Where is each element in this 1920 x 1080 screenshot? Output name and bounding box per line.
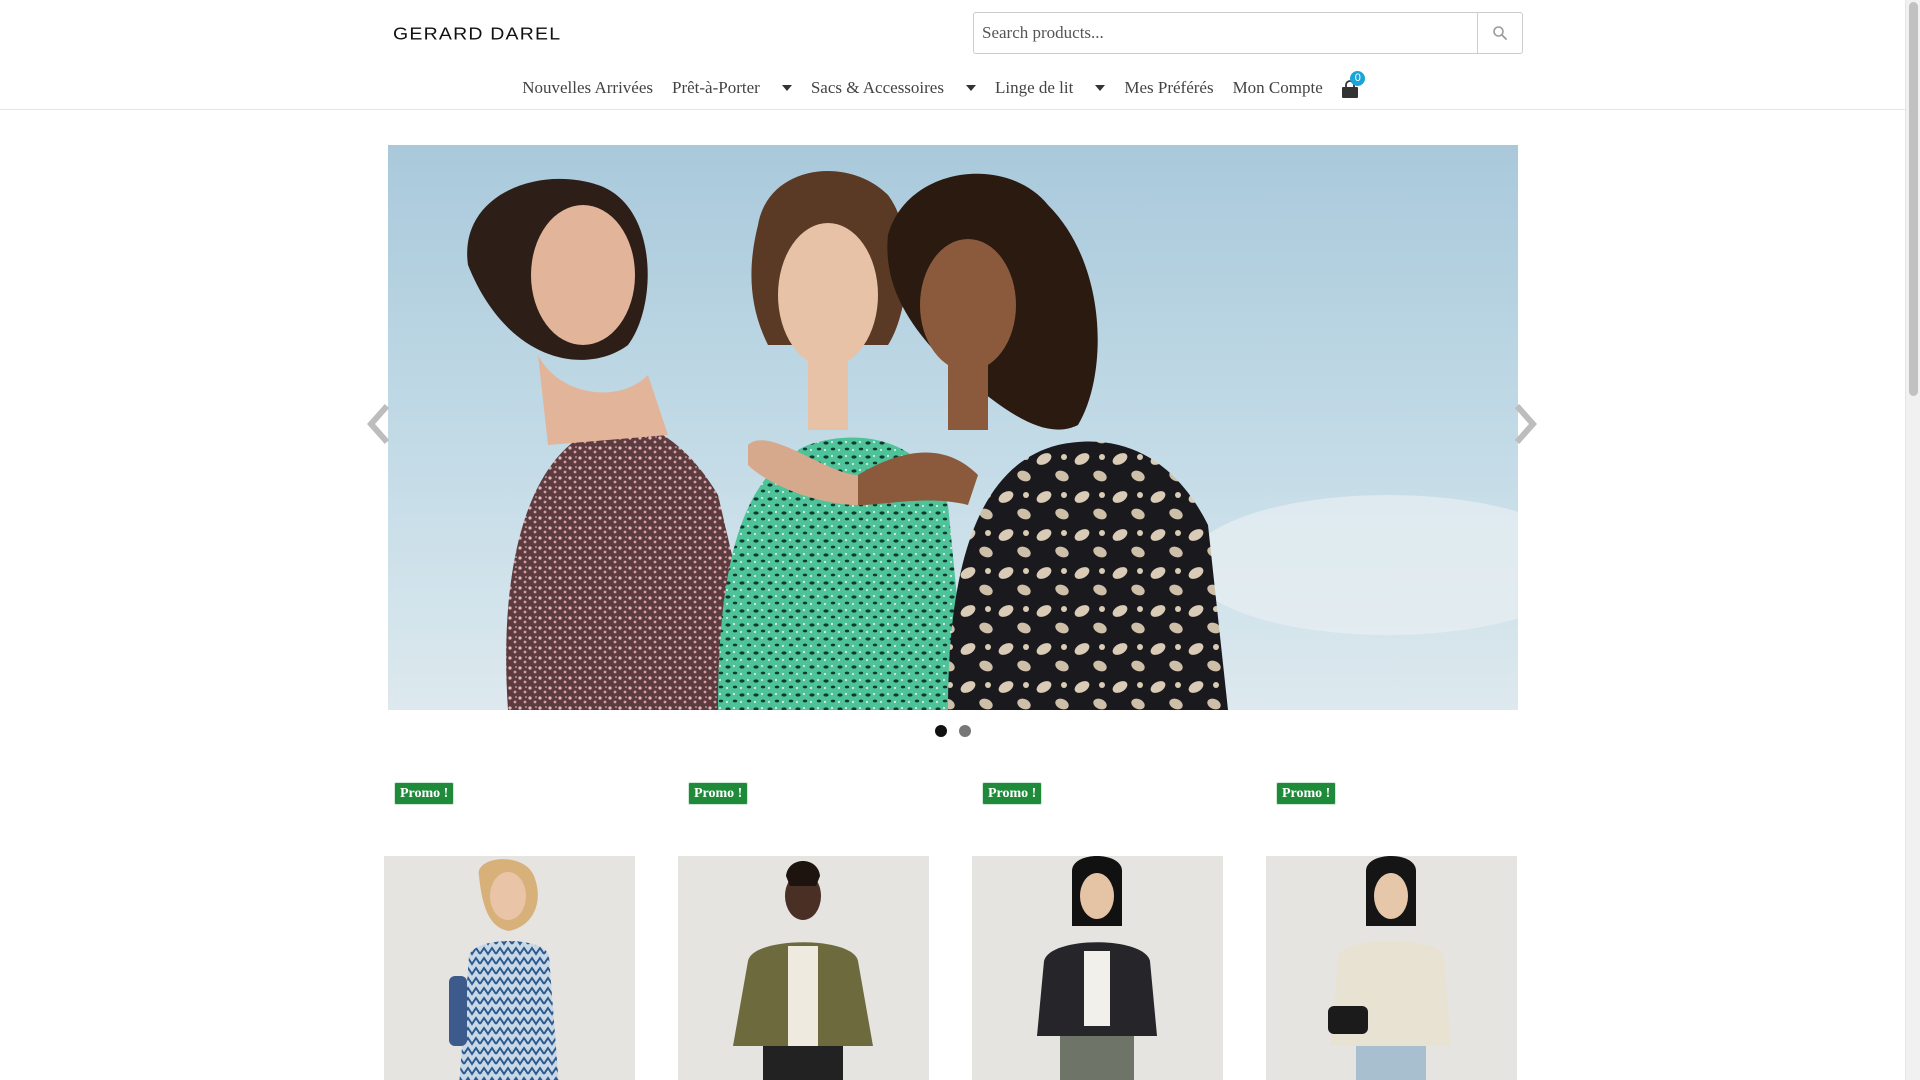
- nav-item-pret-a-porter[interactable]: Prêt-à-Porter: [663, 74, 802, 102]
- nav-item-label: Mon Compte: [1232, 78, 1323, 97]
- product-image[interactable]: [678, 856, 929, 1080]
- promo-badge: Promo !: [688, 782, 749, 805]
- promo-badge: Promo !: [394, 782, 455, 805]
- nav-item-label: Nouvelles Arrivées: [522, 78, 654, 97]
- product-photo-leather-jacket: [972, 856, 1223, 1080]
- nav-item-label: Linge de lit: [994, 78, 1074, 97]
- nav-item-nouvelles-arrivees[interactable]: Nouvelles Arrivées: [513, 74, 663, 102]
- promo-badge: Promo !: [982, 782, 1043, 805]
- nav-item-mon-compte[interactable]: Mon Compte: [1223, 74, 1332, 102]
- nav-item-label: Prêt-à-Porter: [672, 78, 760, 97]
- search-button[interactable]: [1477, 12, 1523, 54]
- slider-dot-1[interactable]: [935, 725, 947, 737]
- product-photo-tweed-jacket: [1266, 856, 1517, 1080]
- page-scrollbar[interactable]: [1905, 0, 1920, 1080]
- product-image[interactable]: [1266, 856, 1517, 1080]
- caret-down-icon: [781, 85, 792, 91]
- scrollbar-thumb[interactable]: [1909, 2, 1918, 396]
- product-image[interactable]: [972, 856, 1223, 1080]
- cart-count-badge: 0: [1350, 71, 1366, 86]
- site-logo[interactable]: GERARD DAREL: [393, 23, 562, 44]
- nav-item-sacs-accessoires[interactable]: Sacs & Accessoires: [801, 74, 985, 102]
- slider-dot-2[interactable]: [959, 725, 971, 737]
- search-input[interactable]: [973, 12, 1477, 54]
- promo-badge: Promo !: [1276, 782, 1337, 805]
- cart-button[interactable]: 0: [1340, 71, 1366, 100]
- logo-text: GERARD DAREL: [393, 23, 562, 44]
- product-photo-khaki-bomber: [678, 856, 929, 1080]
- caret-down-icon: [965, 85, 976, 91]
- nav-item-mes-preferes[interactable]: Mes Préférés: [1115, 74, 1223, 102]
- hero-photo: [388, 145, 1518, 710]
- site-header: GERARD DAREL Nouvelles Arrivées Prêt-à-P…: [0, 0, 1905, 110]
- slider-next-arrow[interactable]: [1511, 402, 1539, 446]
- hero-slider-image: [388, 145, 1518, 710]
- search-bar: [973, 12, 1523, 54]
- slider-pagination: [935, 725, 971, 737]
- search-icon: [1493, 26, 1507, 40]
- product-image[interactable]: [384, 856, 635, 1080]
- product-photo-blue-dress: [384, 856, 635, 1080]
- caret-down-icon: [1095, 85, 1106, 91]
- main-nav: Nouvelles Arrivées Prêt-à-Porter Sacs & …: [0, 71, 1905, 102]
- nav-item-label: Sacs & Accessoires: [810, 78, 944, 97]
- slider-prev-arrow[interactable]: [365, 402, 393, 446]
- nav-item-linge-de-lit[interactable]: Linge de lit: [985, 74, 1114, 102]
- nav-item-label: Mes Préférés: [1124, 78, 1214, 97]
